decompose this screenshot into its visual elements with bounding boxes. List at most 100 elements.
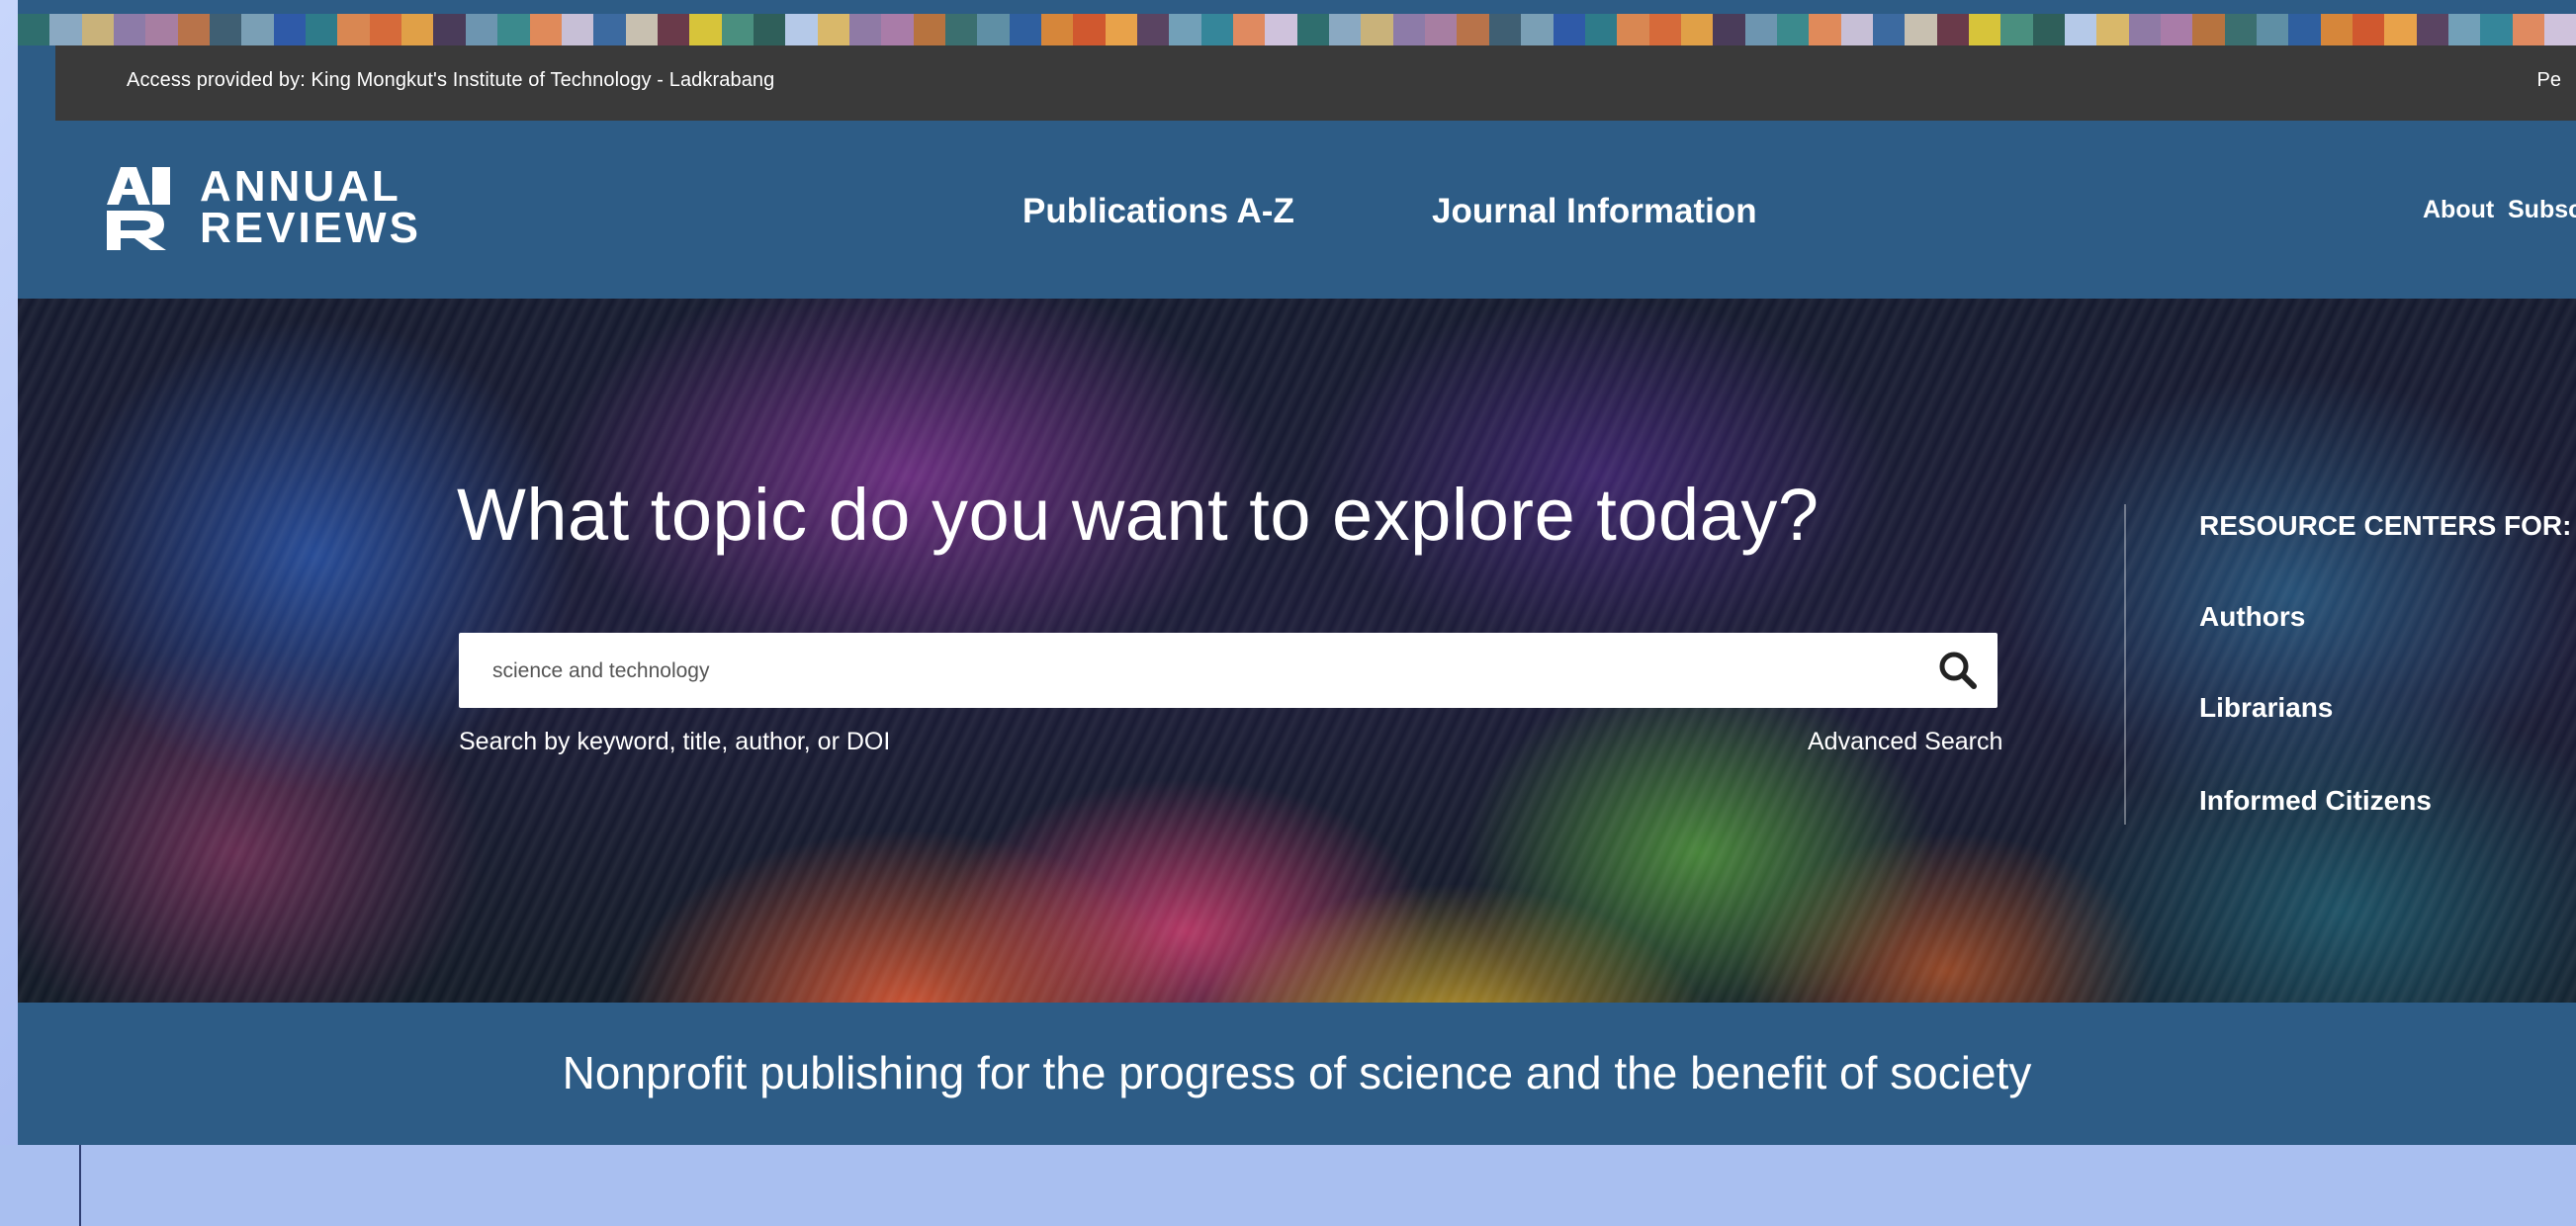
- stripe-swatch: [210, 14, 242, 45]
- stripe-swatch: [1905, 14, 1937, 45]
- search-input[interactable]: [490, 633, 1918, 710]
- stripe-swatch: [1073, 14, 1106, 45]
- stripe-swatch: [1137, 14, 1170, 45]
- stripe-swatch: [49, 14, 82, 45]
- ar-logo-icon: [103, 165, 172, 250]
- stripe-swatch: [529, 14, 562, 45]
- nav-publications-a-z[interactable]: Publications A-Z: [1022, 192, 1294, 231]
- resource-centers-divider: [2124, 504, 2126, 825]
- stripe-swatch: [18, 14, 50, 45]
- access-bar-right-text[interactable]: Pe: [2537, 69, 2561, 92]
- stripe-swatch: [2320, 14, 2354, 45]
- hero-section: What topic do you want to explore today?…: [18, 299, 2576, 1003]
- stripe-swatch: [1488, 14, 1522, 45]
- resource-center-authors[interactable]: Authors: [2199, 601, 2305, 633]
- stripe-swatch: [593, 14, 626, 45]
- stripe-swatch: [2032, 14, 2065, 45]
- stripe-swatch: [1361, 14, 1393, 45]
- stripe-swatch: [625, 14, 658, 45]
- stripe-swatch: [465, 14, 498, 45]
- stripe-swatch: [1392, 14, 1426, 45]
- tagline-text: Nonprofit publishing for the progress of…: [562, 1047, 2032, 1098]
- stripe-swatch: [2096, 14, 2129, 45]
- stripe-swatch: [1457, 14, 1489, 45]
- stripe-swatch: [657, 14, 690, 45]
- stripe-swatch: [721, 14, 754, 45]
- stripe-swatch: [1200, 14, 1234, 45]
- stripe-swatch: [944, 14, 978, 45]
- nav-subscribe[interactable]: Subscri: [2508, 196, 2576, 224]
- stripe-swatch: [401, 14, 434, 45]
- stripe-swatch: [913, 14, 945, 45]
- stripe-swatch: [848, 14, 882, 45]
- stripe-swatch: [1169, 14, 1201, 45]
- logo-wordmark: ANNUAL REVIEWS: [200, 162, 421, 252]
- stripe-swatch: [177, 14, 211, 45]
- stripe-swatch: [1936, 14, 1969, 45]
- stripe-swatch: [2128, 14, 2162, 45]
- access-bar: Access provided by: King Mongkut's Insti…: [55, 45, 2576, 121]
- stripe-swatch: [2161, 14, 2193, 45]
- stripe-swatch: [817, 14, 849, 45]
- stripe-swatch: [1425, 14, 1458, 45]
- stripe-swatch: [337, 14, 370, 45]
- resource-center-informed-citizens[interactable]: Informed Citizens: [2199, 785, 2432, 817]
- stripe-swatch: [145, 14, 178, 45]
- stripe-swatch: [81, 14, 115, 45]
- stripe-swatch: [2416, 14, 2449, 45]
- stripe-swatch: [241, 14, 274, 45]
- hero-title: What topic do you want to explore today?: [457, 474, 1820, 556]
- stripe-swatch: [114, 14, 146, 45]
- stripe-swatch: [753, 14, 786, 45]
- stripe-swatch: [2257, 14, 2289, 45]
- stripe-swatch: [1233, 14, 1266, 45]
- stripe-swatch: [1617, 14, 1649, 45]
- stripe-swatch: [1584, 14, 1618, 45]
- stripe-swatch: [2384, 14, 2417, 45]
- stripe-swatch: [2065, 14, 2097, 45]
- stripe-swatch: [1968, 14, 2001, 45]
- stripe-swatch: [1329, 14, 1362, 45]
- site-header: ANNUAL REVIEWS Publications A-Z Journal …: [18, 121, 2576, 299]
- stripe-swatch: [2448, 14, 2481, 45]
- nav-about[interactable]: About: [2423, 196, 2494, 224]
- stripe-swatch: [1521, 14, 1554, 45]
- advanced-search-link[interactable]: Advanced Search: [1808, 728, 2002, 756]
- stripe-swatch: [497, 14, 530, 45]
- tagline-band: Nonprofit publishing for the progress of…: [18, 1003, 2576, 1145]
- stripe-swatch: [2480, 14, 2513, 45]
- resource-center-librarians[interactable]: Librarians: [2199, 692, 2333, 724]
- stripe-swatch: [561, 14, 594, 45]
- stripe-swatch: [433, 14, 466, 45]
- stripe-swatch: [1744, 14, 1777, 45]
- stripe-swatch: [2192, 14, 2225, 45]
- browser-page: Access provided by: King Mongkut's Insti…: [18, 0, 2576, 1145]
- stripe-swatch: [2544, 14, 2576, 45]
- stripe-swatch: [2353, 14, 2385, 45]
- stripe-swatch: [2288, 14, 2321, 45]
- logo-line-1: ANNUAL: [200, 162, 401, 211]
- stripe-swatch: [1041, 14, 1074, 45]
- stripe-swatch: [1809, 14, 1841, 45]
- logo-line-2: REVIEWS: [200, 204, 421, 252]
- stripe-swatch: [2000, 14, 2033, 45]
- stripe-swatch: [785, 14, 818, 45]
- search-icon[interactable]: [1936, 649, 1980, 692]
- search-hint-text: Search by keyword, title, author, or DOI: [459, 728, 891, 755]
- stripe-swatch: [1713, 14, 1745, 45]
- resource-centers-heading: RESOURCE CENTERS FOR:: [2199, 510, 2572, 541]
- stripe-swatch: [1872, 14, 1906, 45]
- search-box: [459, 633, 1998, 710]
- nav-journal-information[interactable]: Journal Information: [1432, 192, 1757, 231]
- color-stripe-banner: [18, 14, 2576, 45]
- stripe-swatch: [1680, 14, 1714, 45]
- annual-reviews-logo[interactable]: ANNUAL REVIEWS: [103, 164, 421, 251]
- stripe-swatch: [273, 14, 307, 45]
- stripe-swatch: [1265, 14, 1297, 45]
- stripe-swatch: [1009, 14, 1041, 45]
- access-provided-text: Access provided by: King Mongkut's Insti…: [127, 69, 775, 91]
- stripe-swatch: [306, 14, 338, 45]
- stripe-swatch: [369, 14, 402, 45]
- stripe-swatch: [881, 14, 914, 45]
- stripe-swatch: [1553, 14, 1585, 45]
